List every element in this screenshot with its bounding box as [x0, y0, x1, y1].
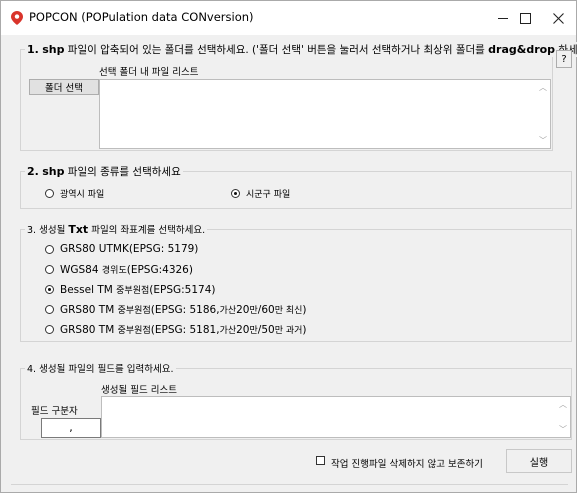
radio-indicator-selected	[231, 189, 240, 198]
section-1-dnd: drag&drop	[488, 43, 556, 56]
popcon-window: POPCON (POPulation data CONversion) 1. s…	[0, 0, 577, 493]
radio-label-close: )	[302, 323, 307, 336]
radio-indicator	[45, 305, 54, 314]
radio-label-num: 20	[236, 323, 250, 336]
radio-label: 광역시 파일	[60, 190, 105, 200]
radio-label-epsg: (EPSG: 5181,	[150, 323, 220, 336]
radio-label-offset: 가산	[219, 326, 237, 336]
keep-files-checkbox[interactable]	[316, 456, 325, 465]
radio-label-epsg: (EPSG: 5186,	[150, 303, 220, 316]
section-shp-folder: 1. shp 파일이 압축되어 있는 폴더를 선택하세요. ('폴더 선택' 버…	[20, 42, 577, 151]
section-3-prefix: 3. 생성될	[27, 225, 69, 236]
select-folder-button[interactable]: 폴더 선택	[29, 79, 99, 95]
radio-label-epsg: (EPSG:4326)	[126, 263, 193, 276]
radio-label-korean: 중부원점	[117, 326, 151, 336]
section-4-legend: 4. 생성될 파일의 필드를 입력하세요.	[25, 361, 176, 375]
section-field-input: 4. 생성될 파일의 필드를 입력하세요. 생성될 필드 리스트 필드 구분자 …	[20, 361, 572, 440]
field-listbox[interactable]: ︿ ﹀	[101, 396, 571, 438]
radio-label: GRS80 TM	[60, 323, 115, 336]
file-listbox[interactable]: ︿ ﹀	[99, 79, 551, 149]
radio-label: WGS84	[60, 263, 99, 276]
section-3-keyword: Txt	[68, 223, 89, 236]
scroll-down-icon[interactable]: ﹀	[559, 424, 567, 435]
radio-label-offset: 가산	[219, 306, 237, 316]
radio-indicator	[45, 244, 54, 254]
radio-wgs84[interactable]: WGS84 경위도 (EPSG:4326)	[45, 263, 193, 276]
separator-label: 필드 구분자	[31, 406, 78, 417]
radio-label: GRS80 UTMK(EPSG: 5179)	[60, 243, 199, 255]
radio-label: Bessel TM	[60, 283, 113, 296]
radio-metropolitan-file[interactable]: 광역시 파일	[45, 187, 104, 200]
help-button[interactable]: ?	[556, 50, 572, 68]
radio-indicator	[45, 189, 54, 198]
radio-indicator-selected	[45, 285, 54, 294]
scroll-down-icon[interactable]: ﹀	[539, 135, 547, 146]
radio-label-note: 만 과거	[274, 326, 303, 336]
section-2-keyword: shp	[42, 165, 65, 178]
maximize-icon	[519, 12, 531, 24]
window-title: POPCON (POPulation data CONversion)	[29, 10, 254, 24]
separator-input[interactable]: ,	[41, 418, 101, 438]
section-1-legend: 1. shp 파일이 압축되어 있는 폴더를 선택하세요. ('폴더 선택' 버…	[25, 42, 577, 57]
radio-grs80-utmk[interactable]: GRS80 UTMK(EPSG: 5179)	[45, 243, 198, 255]
radio-label: GRS80 TM	[60, 303, 115, 316]
radio-grs80-tm-5186[interactable]: GRS80 TM 중부원점 (EPSG: 5186, 가산 20 만/60 만 최신)	[45, 303, 307, 316]
radio-label-korean: 중부원점	[117, 306, 151, 316]
section-shp-type: 2. shp 파일의 종류를 선택하세요 광역시 파일 시군구 파일	[20, 164, 572, 209]
close-icon	[552, 12, 564, 24]
radio-label-korean: 경위도	[101, 266, 127, 276]
keep-files-label: 작업 진행파일 삭제하지 않고 보존하기	[331, 459, 483, 470]
status-bar	[11, 484, 568, 493]
file-list-label: 선택 폴더 내 파일 리스트	[99, 67, 199, 78]
radio-label-korean: 중부원점	[116, 286, 150, 296]
section-2-number: 2.	[27, 165, 39, 178]
radio-label-note: 만 최신	[274, 306, 303, 316]
radio-indicator	[45, 325, 54, 334]
radio-label-num: 20	[236, 303, 250, 316]
section-1-text: 파일이 압축되어 있는 폴더를 선택하세요. ('폴더 선택' 버튼을 눌러서 …	[67, 44, 489, 56]
section-2-text: 파일의 종류를 선택하세요	[67, 166, 181, 178]
section-3-legend: 3. 생성될 Txt 파일의 좌표계를 선택하세요.	[25, 222, 208, 236]
radio-label-unit: 만	[249, 326, 258, 336]
scroll-up-icon[interactable]: ︿	[539, 82, 547, 93]
radio-label: 시군구 파일	[246, 190, 291, 200]
radio-indicator	[45, 265, 54, 274]
title-bar: POPCON (POPulation data CONversion)	[1, 1, 576, 35]
radio-label-unit: 만	[249, 306, 258, 316]
radio-label-num2: /50	[257, 323, 275, 336]
run-button[interactable]: 실행	[506, 449, 572, 473]
radio-grs80-tm-5181[interactable]: GRS80 TM 중부원점 (EPSG: 5181, 가산 20 만/50 만 과거)	[45, 323, 307, 336]
radio-bessel-tm[interactable]: Bessel TM 중부원점 (EPSG:5174)	[45, 283, 216, 296]
radio-label-close: )	[302, 303, 307, 316]
section-1-keyword: shp	[42, 43, 65, 56]
section-1-number: 1.	[27, 43, 39, 56]
scroll-up-icon[interactable]: ︿	[559, 399, 567, 410]
map-pin-icon	[11, 11, 23, 25]
radio-label-epsg: (EPSG:5174)	[149, 283, 216, 296]
close-button[interactable]	[538, 1, 577, 35]
radio-district-file[interactable]: 시군구 파일	[231, 187, 290, 200]
section-coordinate-system: 3. 생성될 Txt 파일의 좌표계를 선택하세요. GRS80 UTMK(EP…	[20, 222, 572, 342]
radio-label-num2: /60	[257, 303, 275, 316]
field-list-label: 생성될 필드 리스트	[101, 385, 177, 396]
section-2-legend: 2. shp 파일의 종류를 선택하세요	[25, 164, 183, 179]
section-3-text: 파일의 좌표계를 선택하세요.	[88, 225, 206, 236]
